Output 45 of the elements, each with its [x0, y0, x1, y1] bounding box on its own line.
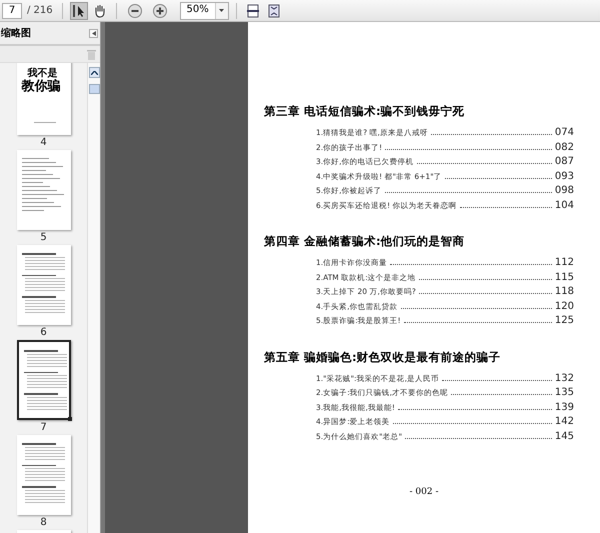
toc-page-number: 118: [554, 286, 574, 297]
panel-title: 缩略图: [1, 26, 31, 40]
page-number-label: 7: [40, 422, 47, 433]
zoom-in-button[interactable]: [150, 2, 169, 20]
page-thumbnail[interactable]: [16, 435, 70, 515]
page-count: / 216: [27, 5, 53, 16]
scroll-up-button[interactable]: [88, 67, 100, 78]
page-thumbnail[interactable]: 我不是 教你骗: [16, 63, 70, 135]
page-thumbnail[interactable]: [16, 340, 70, 420]
toc-page-number: 082: [554, 142, 574, 152]
zoom-dropdown[interactable]: 50%: [180, 2, 229, 20]
chapter-heading: 第四章 金融储蓄骗术:他们玩的是智商: [264, 234, 466, 249]
toc-page-number: 074: [554, 127, 574, 138]
page-thumbnail[interactable]: [16, 245, 70, 325]
select-tool-button[interactable]: [70, 2, 88, 20]
cover-title: 我不是: [26, 69, 58, 79]
collapse-button[interactable]: [89, 28, 98, 38]
zoom-out-button[interactable]: [126, 2, 144, 20]
toc-page-number: 112: [554, 257, 574, 268]
toc-page-number: 093: [554, 170, 574, 182]
toc-page-number: 135: [554, 387, 574, 398]
toc-page-number: 120: [554, 300, 574, 312]
page-thumbnail[interactable]: [16, 150, 70, 230]
page-number-label: 8: [40, 517, 47, 528]
chapter-heading: 第五章 骗婚骗色:财色双收是最有前途的骗子: [264, 350, 502, 364]
triangle-left-icon: [92, 30, 96, 36]
toc-page-number: 142: [554, 416, 574, 427]
toc-page-number: 104: [554, 200, 574, 210]
page-folio: - 002 -: [408, 487, 440, 497]
scrollbar-thumb[interactable]: [88, 84, 100, 94]
toc-page-number: 115: [554, 272, 574, 282]
toc-page-number: 087: [554, 156, 574, 167]
page-number-label: 4: [40, 137, 47, 148]
toc-page-number: 145: [554, 430, 574, 442]
toc-page-number: 098: [554, 185, 574, 196]
cover-title: 教你骗: [22, 80, 62, 94]
page-number-label: 5: [40, 232, 47, 243]
chapter-heading: 第三章 电话短信骗术:骗不到钱毋宁死: [264, 104, 466, 119]
toc-page-number: 139: [554, 402, 574, 412]
page-number-label: 6: [40, 327, 47, 338]
chevron-up-icon: [90, 70, 98, 74]
page-number-field[interactable]: 7: [2, 2, 22, 18]
caret-icon: [219, 9, 224, 12]
toc-page-number: 125: [554, 315, 574, 326]
toc-page-number: 132: [554, 372, 574, 384]
